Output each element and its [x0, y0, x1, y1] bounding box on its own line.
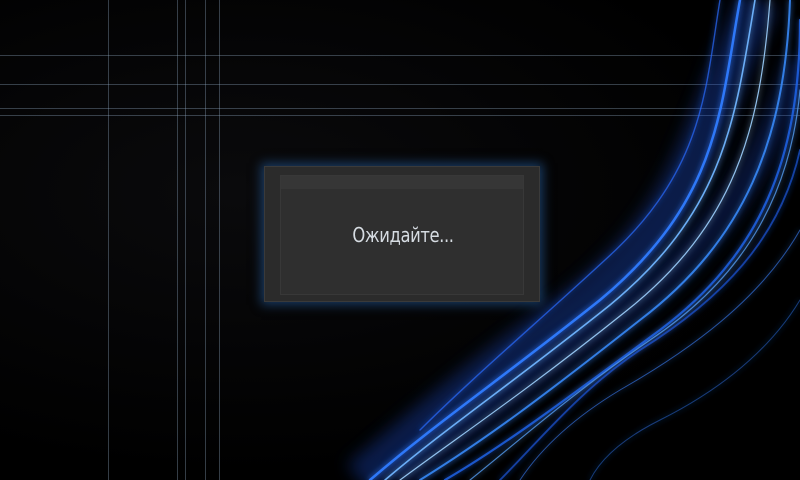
wait-message: Ожидайте... — [352, 223, 454, 247]
wait-dialog: Ожидайте... — [264, 166, 540, 302]
wallpaper-background: Ожидайте... — [0, 0, 800, 480]
